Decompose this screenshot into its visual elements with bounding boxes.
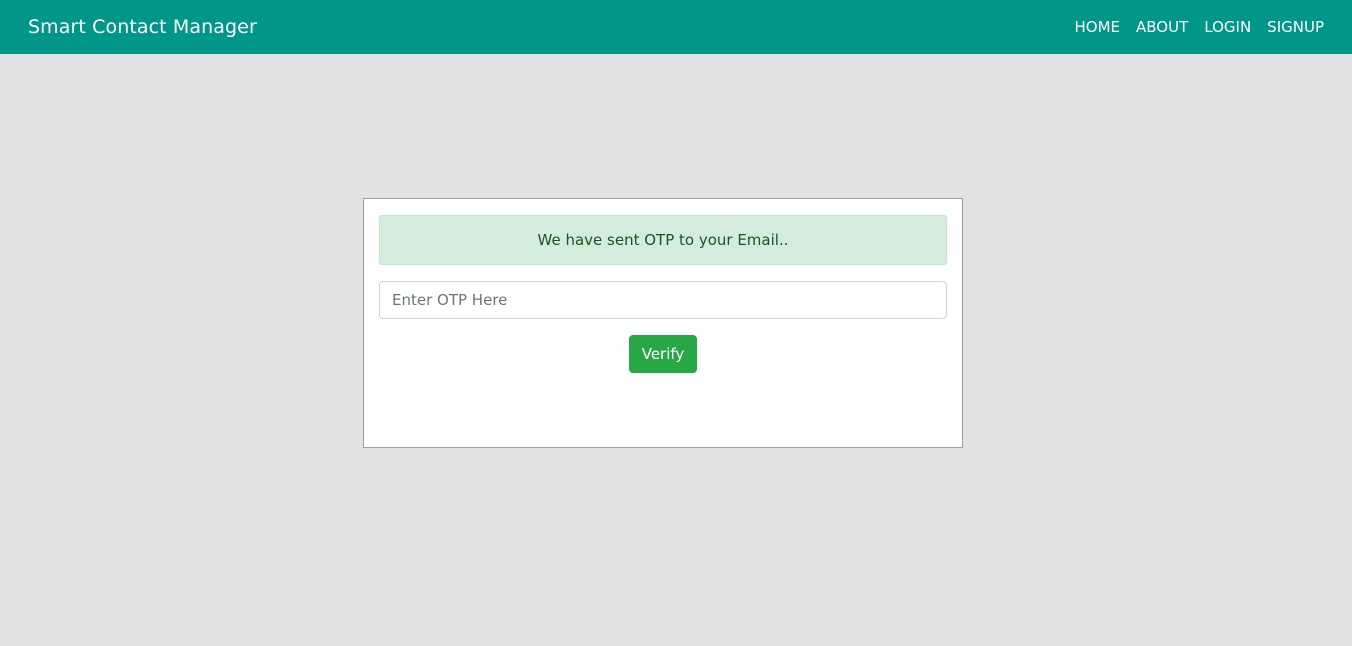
nav-login-link[interactable]: LOGIN	[1204, 18, 1251, 36]
otp-sent-alert-text: We have sent OTP to your Email..	[537, 231, 789, 249]
nav-about-link[interactable]: ABOUT	[1136, 18, 1188, 36]
nav-signup-link[interactable]: SIGNUP	[1267, 18, 1324, 36]
otp-sent-alert: We have sent OTP to your Email..	[379, 215, 947, 265]
verify-button-row: Verify	[379, 335, 947, 373]
otp-input[interactable]	[379, 281, 947, 319]
verify-button[interactable]: Verify	[628, 335, 698, 373]
nav-home-link[interactable]: HOME	[1075, 18, 1121, 36]
nav-links: HOME ABOUT LOGIN SIGNUP	[1059, 18, 1325, 36]
top-navbar: Smart Contact Manager HOME ABOUT LOGIN S…	[0, 0, 1352, 54]
otp-verification-card: We have sent OTP to your Email.. Verify	[363, 198, 963, 448]
brand-link[interactable]: Smart Contact Manager	[28, 16, 257, 38]
